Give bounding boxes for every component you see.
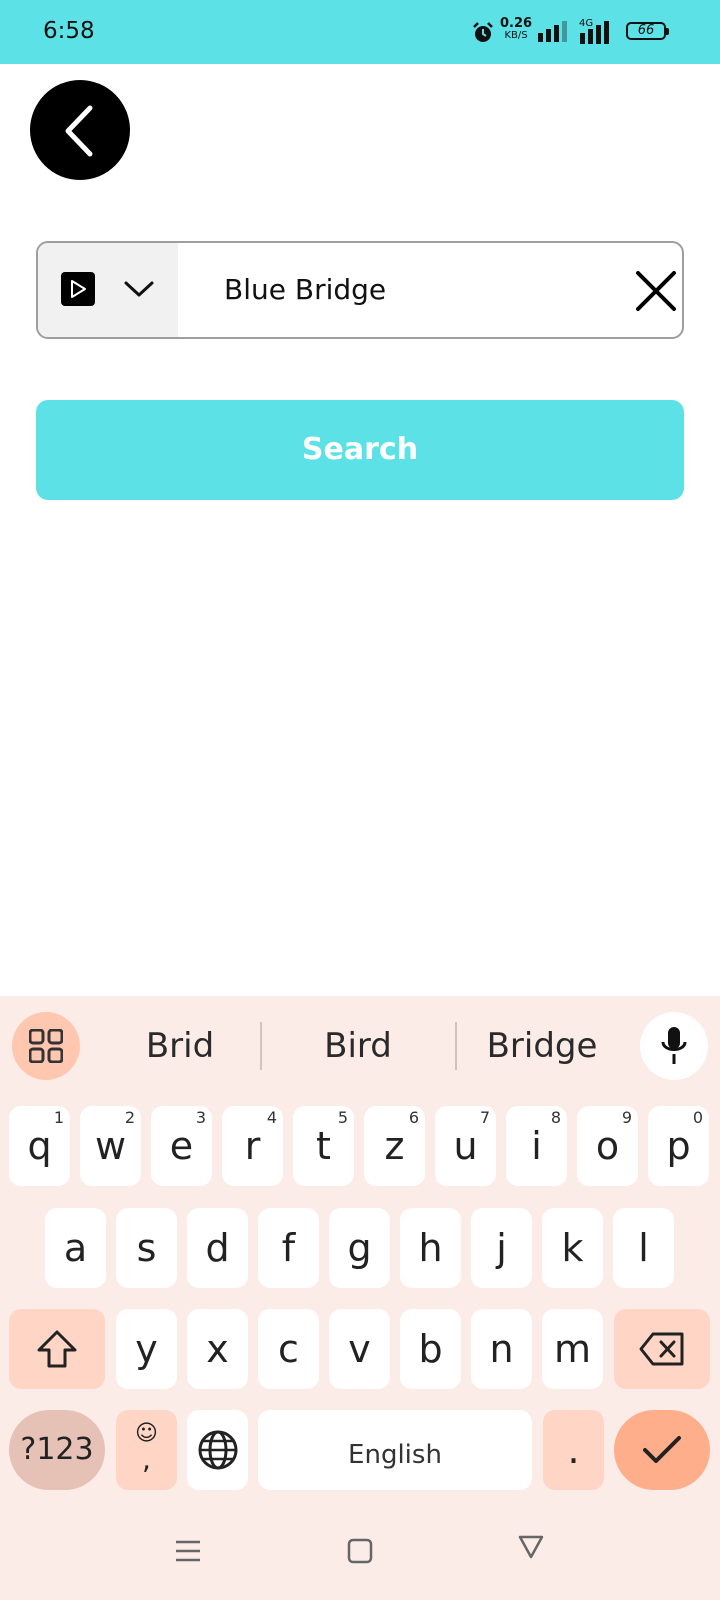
- key-hint: 0: [692, 1108, 703, 1127]
- key-label: t: [316, 1124, 331, 1168]
- key-h[interactable]: h: [400, 1208, 461, 1288]
- key-hint: 7: [479, 1108, 490, 1127]
- status-icons: 0.26 KB/S 4G 66: [460, 0, 720, 64]
- key-label: i: [531, 1124, 542, 1168]
- navigation-bar: [0, 1500, 720, 1600]
- signal-4g-icon: [580, 21, 609, 44]
- suggestion-2[interactable]: Bird: [262, 1016, 454, 1076]
- key-label: u: [453, 1124, 478, 1168]
- home-icon[interactable]: [347, 1538, 373, 1564]
- source-dropdown[interactable]: [38, 243, 178, 337]
- key-hint: 6: [408, 1108, 419, 1127]
- key-hint: 4: [266, 1108, 277, 1127]
- key-hint: 3: [195, 1108, 206, 1127]
- key-hint: 9: [621, 1108, 632, 1127]
- back-triangle-icon[interactable]: [518, 1534, 544, 1560]
- key-f[interactable]: f: [258, 1208, 319, 1288]
- key-m[interactable]: m: [542, 1309, 603, 1389]
- menu-icon[interactable]: [175, 1538, 201, 1564]
- emoji-icon: ☺: [135, 1421, 158, 1446]
- key-k[interactable]: k: [542, 1208, 603, 1288]
- shift-key[interactable]: [9, 1309, 105, 1389]
- key-t[interactable]: t5: [293, 1106, 354, 1186]
- battery-indicator: 66: [626, 22, 669, 40]
- chevron-down-icon: [124, 281, 154, 297]
- key-l[interactable]: l: [613, 1208, 674, 1288]
- key-a[interactable]: a: [45, 1208, 106, 1288]
- key-v[interactable]: v: [329, 1309, 390, 1389]
- search-box: Blue Bridge: [36, 241, 684, 339]
- apps-grid-button[interactable]: [12, 1012, 80, 1080]
- key-q[interactable]: q1: [9, 1106, 70, 1186]
- key-r[interactable]: r4: [222, 1106, 283, 1186]
- back-button[interactable]: [30, 80, 130, 180]
- play-icon: [61, 272, 95, 306]
- space-label: English: [348, 1440, 442, 1470]
- signal-icon: [538, 21, 567, 42]
- chevron-left-icon: [65, 105, 93, 157]
- net-speed-value: 0.26: [500, 16, 533, 31]
- emoji-comma-key[interactable]: ☺ ,: [116, 1410, 177, 1490]
- key-y[interactable]: y: [116, 1309, 177, 1389]
- key-hint: 2: [124, 1108, 135, 1127]
- suggestion-divider: [455, 1022, 457, 1070]
- key-w[interactable]: w2: [80, 1106, 141, 1186]
- key-p[interactable]: p0: [648, 1106, 709, 1186]
- key-z[interactable]: z6: [364, 1106, 425, 1186]
- key-n[interactable]: n: [471, 1309, 532, 1389]
- key-label: o: [595, 1124, 620, 1168]
- key-i[interactable]: i8: [506, 1106, 567, 1186]
- key-d[interactable]: d: [187, 1208, 248, 1288]
- backspace-icon: [639, 1332, 684, 1366]
- key-g[interactable]: g: [329, 1208, 390, 1288]
- enter-key[interactable]: [614, 1410, 710, 1490]
- search-button[interactable]: Search: [36, 400, 684, 500]
- comma-label: ,: [142, 1443, 151, 1476]
- key-label: e: [169, 1124, 194, 1168]
- key-hint: 5: [337, 1108, 348, 1127]
- key-label: q: [27, 1124, 52, 1168]
- search-input[interactable]: Blue Bridge: [224, 243, 386, 337]
- globe-icon: [198, 1430, 238, 1470]
- key-o[interactable]: o9: [577, 1106, 638, 1186]
- close-icon[interactable]: [634, 269, 678, 313]
- suggestion-1[interactable]: Brid: [100, 1016, 260, 1076]
- period-key[interactable]: .: [543, 1410, 604, 1490]
- key-x[interactable]: x: [187, 1309, 248, 1389]
- key-e[interactable]: e3: [151, 1106, 212, 1186]
- space-key[interactable]: English: [258, 1410, 532, 1490]
- key-j[interactable]: j: [471, 1208, 532, 1288]
- checkmark-icon: [643, 1436, 681, 1463]
- key-label: r: [244, 1124, 261, 1168]
- key-label: z: [384, 1124, 405, 1168]
- key-label: p: [666, 1124, 691, 1168]
- key-hint: 8: [550, 1108, 561, 1127]
- microphone-icon: [661, 1027, 687, 1064]
- net-speed: 0.26 KB/S: [500, 16, 533, 42]
- language-key[interactable]: [187, 1410, 248, 1490]
- backspace-key[interactable]: [614, 1309, 710, 1389]
- key-s[interactable]: s: [116, 1208, 177, 1288]
- key-hint: 1: [53, 1108, 64, 1127]
- net-speed-unit: KB/S: [504, 30, 528, 41]
- grid-icon: [29, 1029, 63, 1063]
- key-label: w: [94, 1124, 127, 1168]
- suggestion-3[interactable]: Bridge: [458, 1016, 626, 1076]
- suggestion-bar: Brid Bird Bridge: [0, 996, 720, 1096]
- key-b[interactable]: b: [400, 1309, 461, 1389]
- alarm-icon: [473, 22, 493, 42]
- voice-input-button[interactable]: [640, 1012, 708, 1080]
- status-bar: 6:58 0.26 KB/S 4G 66: [0, 0, 720, 64]
- key-u[interactable]: u7: [435, 1106, 496, 1186]
- symbols-key[interactable]: ?123: [9, 1410, 105, 1490]
- key-c[interactable]: c: [258, 1309, 319, 1389]
- status-time: 6:58: [43, 18, 95, 44]
- shift-icon: [37, 1330, 77, 1368]
